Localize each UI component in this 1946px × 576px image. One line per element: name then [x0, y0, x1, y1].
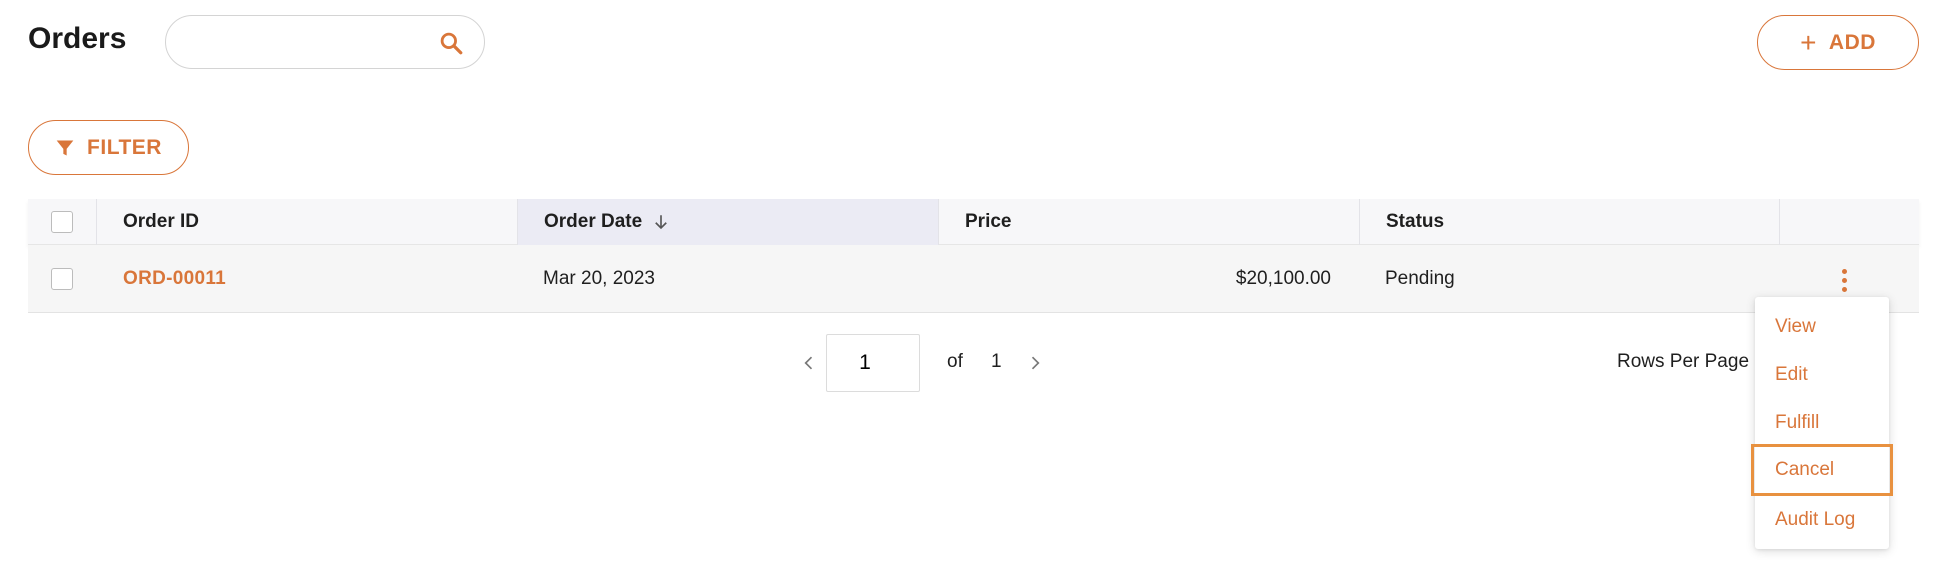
- of-label: of: [947, 351, 963, 372]
- row-checkbox[interactable]: [51, 268, 73, 290]
- table-row[interactable]: ORD-00011 Mar 20, 2023 $20,100.00 Pendin…: [28, 245, 1919, 313]
- column-header-status[interactable]: Status: [1359, 199, 1779, 245]
- table-body: ORD-00011 Mar 20, 2023 $20,100.00 Pendin…: [28, 245, 1919, 313]
- chevron-right-icon[interactable]: [1025, 353, 1045, 373]
- plus-icon: +: [1800, 26, 1817, 58]
- column-header-label: Status: [1386, 211, 1445, 232]
- column-header-price[interactable]: Price: [938, 199, 1359, 245]
- column-header-actions: [1779, 199, 1919, 245]
- add-button[interactable]: + ADD: [1757, 15, 1919, 70]
- menu-item-audit-log[interactable]: Audit Log: [1755, 496, 1889, 544]
- page-number-input[interactable]: [826, 334, 920, 392]
- search-input[interactable]: [186, 26, 426, 58]
- chevron-left-icon[interactable]: [799, 353, 819, 373]
- kebab-menu-icon[interactable]: [1832, 263, 1856, 297]
- menu-item-cancel[interactable]: Cancel: [1751, 444, 1893, 496]
- filter-button-label: FILTER: [87, 135, 162, 159]
- select-all-cell: [28, 199, 96, 245]
- search-box[interactable]: [165, 15, 485, 69]
- page-title: Orders: [28, 22, 127, 55]
- search-icon[interactable]: [438, 30, 464, 56]
- column-header-label: Price: [965, 211, 1012, 232]
- arrow-down-icon: [655, 215, 668, 230]
- price-cell: $20,100.00: [1235, 268, 1331, 289]
- orders-page: Orders + ADD FILTER Order ID Order Date: [0, 0, 1946, 576]
- column-header-order-id[interactable]: Order ID: [96, 199, 517, 245]
- rows-per-page-label: Rows Per Page: [1617, 351, 1750, 372]
- column-header-label: Order ID: [123, 211, 200, 232]
- add-button-label: ADD: [1828, 30, 1876, 54]
- table-header: Order ID Order Date Price Status: [28, 199, 1919, 245]
- row-action-menu: View Edit Fulfill Cancel Audit Log: [1751, 297, 1893, 549]
- orders-table: Order ID Order Date Price Status ORD-000…: [28, 199, 1919, 313]
- row-select-cell: [28, 245, 96, 313]
- column-header-label: Order Date: [544, 211, 643, 232]
- order-id-link[interactable]: ORD-00011: [123, 268, 226, 290]
- status-cell: Pending: [1385, 268, 1455, 289]
- filter-button[interactable]: FILTER: [28, 120, 189, 175]
- menu-item-view[interactable]: View: [1755, 303, 1889, 351]
- total-pages: 1: [991, 351, 1002, 372]
- menu-item-fulfill[interactable]: Fulfill: [1755, 399, 1889, 447]
- order-id-cell: ORD-00011: [96, 245, 517, 313]
- order-date-cell: Mar 20, 2023: [543, 268, 655, 289]
- menu-item-edit[interactable]: Edit: [1755, 351, 1889, 399]
- select-all-checkbox[interactable]: [51, 211, 73, 233]
- column-header-order-date[interactable]: Order Date: [517, 199, 938, 245]
- filter-icon: [56, 140, 74, 155]
